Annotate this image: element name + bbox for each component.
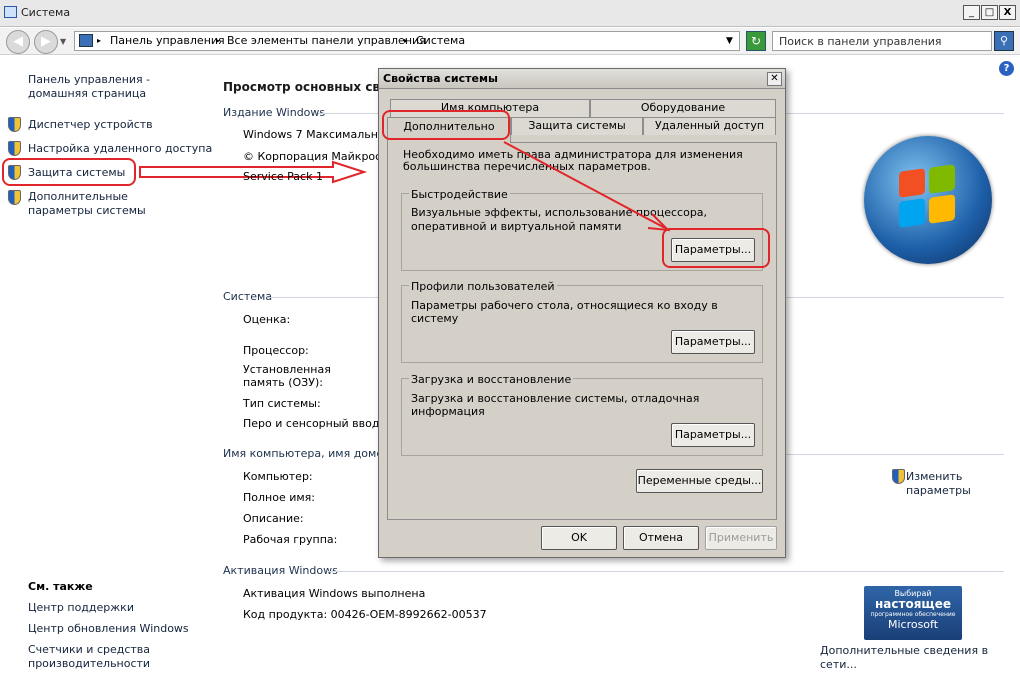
control-panel-icon (79, 34, 93, 47)
divider (786, 113, 1004, 114)
logo-flag-yellow (929, 194, 955, 224)
dialog-title: Свойства системы (383, 72, 498, 85)
system-heading: Система (223, 290, 273, 303)
sidebar-home-link[interactable]: Панель управления - домашняя страница (28, 73, 208, 101)
tab-system-protection[interactable]: Защита системы (511, 117, 643, 135)
edition-value: Windows 7 Максимальная (243, 128, 392, 141)
activation-status: Активация Windows выполнена (243, 587, 426, 600)
chevron-right-icon[interactable]: ▸ (404, 36, 408, 45)
profiles-text: Параметры рабочего стола, относящиеся ко… (411, 299, 718, 325)
chevron-right-icon[interactable]: ▸ (216, 36, 220, 45)
shield-icon (8, 141, 21, 156)
more-info-link[interactable]: Дополнительные сведения в сети... (820, 644, 1020, 672)
sidebar-item-remote[interactable]: Настройка удаленного доступа (28, 142, 212, 156)
tab-hardware[interactable]: Оборудование (590, 99, 776, 117)
edition-heading: Издание Windows (223, 106, 326, 119)
logo-flag-green (929, 164, 955, 194)
pen-label: Перо и сенсорный ввод: (243, 417, 384, 430)
apply-button: Применить (705, 526, 777, 550)
product-key: Код продукта: 00426-OEM-8992662-00537 (243, 608, 487, 621)
tab-remote[interactable]: Удаленный доступ (643, 117, 776, 135)
see-also-performance[interactable]: Счетчики и средства производительности (28, 643, 178, 671)
system-window-icon (4, 6, 17, 18)
shield-icon (892, 469, 905, 484)
breadcrumb-system[interactable]: Система (416, 34, 465, 47)
back-button[interactable]: ◀ (6, 30, 30, 54)
maximize-button[interactable]: □ (981, 5, 998, 20)
annotation-tab-highlight (382, 110, 510, 140)
startup-text: Загрузка и восстановление системы, отлад… (411, 392, 700, 418)
startup-title: Загрузка и восстановление (409, 373, 574, 386)
divider (328, 571, 1004, 572)
annotation-highlight (2, 158, 136, 186)
breadcrumb-control-panel[interactable]: Панель управления (110, 34, 225, 47)
system-type-label: Тип системы: (243, 397, 321, 410)
search-icon[interactable]: ⚲ (994, 31, 1014, 51)
sidebar-item-device-manager[interactable]: Диспетчер устройств (28, 118, 153, 132)
help-icon[interactable]: ? (999, 61, 1014, 76)
service-pack: Service Pack 1 (243, 170, 323, 183)
description-label: Описание: (243, 512, 304, 525)
divider (786, 297, 1004, 298)
environment-variables-button[interactable]: Переменные среды... (636, 469, 763, 493)
badge-line2: настоящее (875, 597, 951, 611)
cancel-button[interactable]: Отмена (623, 526, 699, 550)
close-button[interactable]: X (999, 5, 1016, 20)
shield-icon (8, 117, 21, 132)
chevron-down-icon[interactable]: ▼ (726, 36, 733, 46)
copyright-text: © Корпорация Майкрософ (243, 150, 398, 163)
search-input[interactable]: Поиск в панели управления (772, 31, 992, 51)
badge-line4: Microsoft (887, 618, 939, 631)
forward-button[interactable]: ▶ (34, 30, 58, 54)
full-name-label: Полное имя: (243, 491, 315, 504)
performance-title: Быстродействие (409, 188, 510, 201)
window-title: Система (21, 6, 71, 19)
divider (268, 297, 378, 298)
workgroup-label: Рабочая группа: (243, 533, 338, 546)
profiles-title: Профили пользователей (409, 280, 557, 293)
annotation-arrow-diagonal (503, 141, 671, 232)
ok-button[interactable]: OK (541, 526, 617, 550)
rating-label: Оценка: (243, 313, 291, 326)
refresh-button[interactable]: ↻ (746, 31, 766, 51)
sidebar-item-advanced[interactable]: Дополнительные параметры системы (28, 190, 188, 218)
dialog-close-button[interactable]: ✕ (767, 72, 782, 86)
recent-pages-icon[interactable]: ▼ (60, 37, 66, 46)
chevron-right-icon: ▸ (97, 36, 102, 45)
divider (786, 454, 1004, 455)
activation-heading: Активация Windows (223, 564, 338, 577)
computer-name-heading: Имя компьютера, имя домена (223, 447, 398, 460)
startup-settings-button[interactable]: Параметры... (671, 423, 755, 447)
windows-logo (864, 136, 992, 264)
breadcrumb-all-items[interactable]: Все элементы панели управления (227, 34, 426, 47)
see-also-windows-update[interactable]: Центр обновления Windows (28, 622, 189, 636)
minimize-button[interactable]: _ (963, 5, 980, 20)
change-settings-link[interactable]: Изменить параметры (906, 470, 981, 498)
genuine-microsoft-badge[interactable]: Выбирай настоящее программное обеспечени… (864, 586, 962, 640)
divider (318, 113, 378, 114)
processor-label: Процессор: (243, 344, 309, 357)
ram-label: Установленная память (ОЗУ): (243, 363, 331, 389)
logo-flag-blue (899, 198, 925, 228)
see-also-action-center[interactable]: Центр поддержки (28, 601, 134, 615)
title-bar (0, 0, 1020, 27)
profiles-settings-button[interactable]: Параметры... (671, 330, 755, 354)
logo-flag-red (899, 168, 925, 198)
computer-label: Компьютер: (243, 470, 313, 483)
shield-icon (8, 190, 21, 205)
see-also-heading: См. также (28, 580, 93, 593)
